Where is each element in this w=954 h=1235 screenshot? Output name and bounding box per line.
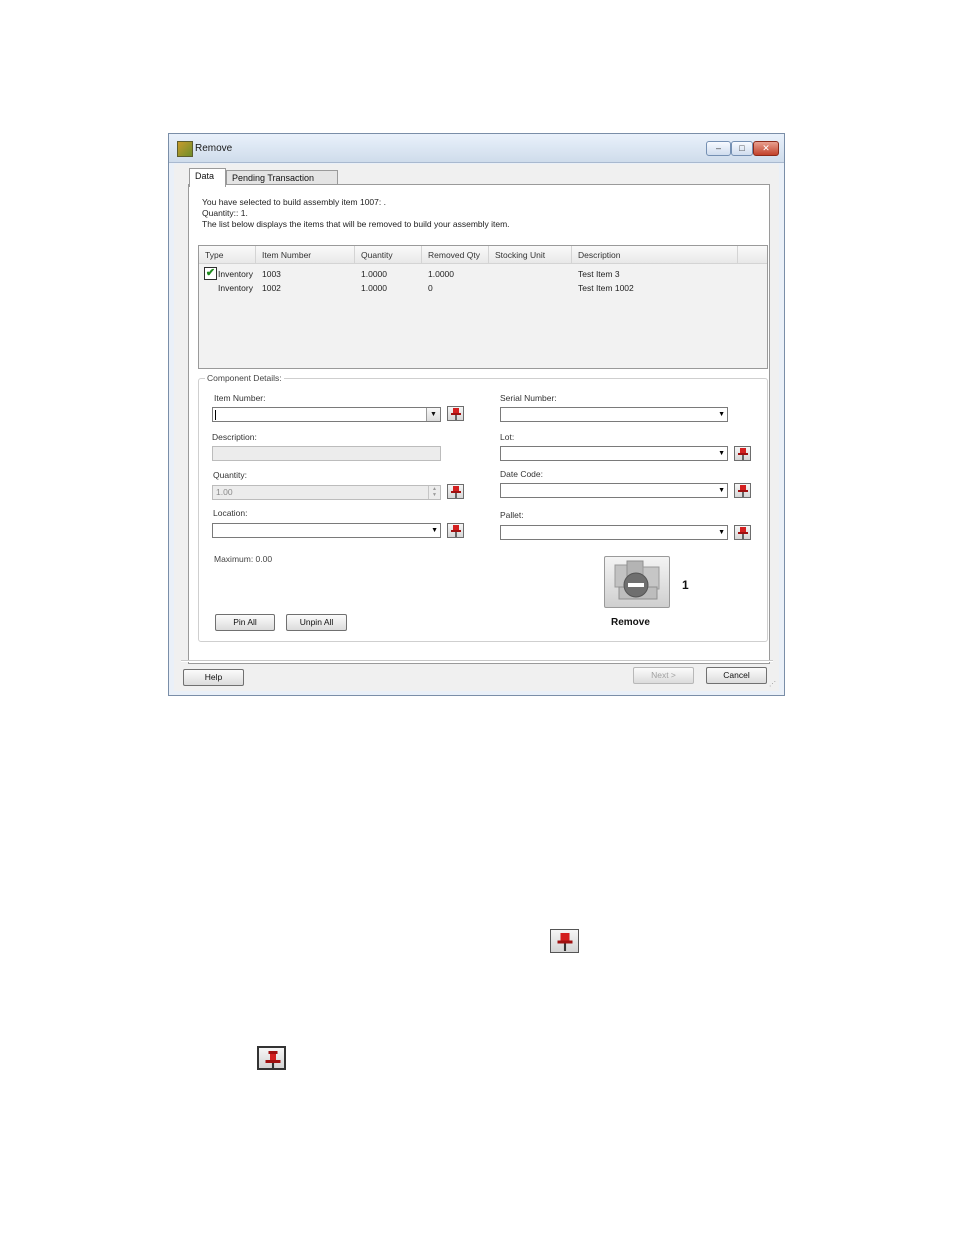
resize-grip-icon[interactable]: ⋰ (769, 680, 776, 688)
next-button[interactable]: Next > (633, 667, 694, 684)
remove-dialog: Remove – □ ✕ Data Pending Transaction Li… (168, 133, 785, 696)
pin-lot-button[interactable] (734, 446, 751, 461)
quantity-value: 1.00 (216, 487, 233, 497)
pallet-label: Pallet: (500, 510, 524, 520)
remove-action-button[interactable] (604, 556, 670, 608)
maximum-label: Maximum: 0.00 (214, 554, 273, 564)
row-item-number: 1003 (262, 269, 281, 279)
column-header-type[interactable]: Type (199, 246, 256, 263)
column-header-removed-qty[interactable]: Removed Qty (422, 246, 489, 263)
pin-icon (257, 1046, 286, 1070)
pin-icon (738, 527, 748, 539)
info-line-2: Quantity:: 1. (202, 208, 248, 218)
lot-label: Lot: (500, 432, 515, 442)
cancel-button[interactable]: Cancel (706, 667, 767, 684)
lot-combo[interactable]: ▼ (500, 446, 728, 461)
pin-location-button[interactable] (447, 523, 464, 538)
checkmark-icon[interactable]: ✔ (204, 267, 217, 280)
row-description: Test Item 3 (578, 269, 620, 279)
description-field (212, 446, 441, 461)
list-header: Type Item Number Quantity Removed Qty St… (199, 246, 767, 264)
pin-icon (550, 929, 579, 953)
row-description: Test Item 1002 (578, 283, 634, 293)
assembly-icon (177, 141, 193, 157)
info-line-1: You have selected to build assembly item… (202, 197, 386, 207)
location-combo[interactable]: ▼ (212, 523, 441, 538)
quantity-label: Quantity: (213, 470, 248, 480)
pin-all-button[interactable]: Pin All (215, 614, 275, 631)
serial-number-label: Serial Number: (500, 393, 557, 403)
pin-item-number-button[interactable] (447, 406, 464, 421)
pallet-combo[interactable]: ▼ (500, 525, 728, 540)
row-type: Inventory (218, 283, 253, 293)
chevron-down-icon[interactable]: ▼ (426, 408, 440, 421)
remove-count: 1 (682, 578, 689, 592)
chevron-down-icon[interactable]: ▼ (718, 487, 725, 494)
column-header-item-number[interactable]: Item Number (256, 246, 355, 263)
component-list[interactable]: Type Item Number Quantity Removed Qty St… (198, 245, 768, 369)
row-type: Inventory (218, 269, 253, 279)
chevron-down-icon[interactable]: ▼ (718, 529, 725, 536)
pin-icon (451, 486, 461, 498)
window-title: Remove (195, 143, 233, 154)
info-line-3: The list below displays the items that w… (202, 219, 510, 229)
text-caret (215, 410, 216, 420)
row-removed-qty: 0 (428, 283, 433, 293)
pin-quantity-button[interactable] (447, 484, 464, 499)
chevron-down-icon[interactable]: ▼ (718, 450, 725, 457)
minimize-button[interactable]: – (706, 141, 731, 156)
maximize-button[interactable]: □ (731, 141, 753, 156)
data-tab-panel: You have selected to build assembly item… (188, 184, 770, 664)
chevron-down-icon[interactable]: ▼ (718, 411, 725, 418)
row-item-number: 1002 (262, 283, 281, 293)
pin-icon (738, 448, 748, 460)
tab-data[interactable]: Data (189, 168, 226, 187)
item-number-combo[interactable]: ▼ (212, 407, 441, 422)
serial-number-combo[interactable]: ▼ (500, 407, 728, 422)
spin-arrows-icon[interactable]: ▲ ▼ (428, 486, 440, 499)
item-number-label: Item Number: (214, 393, 266, 403)
column-header-description[interactable]: Description (572, 246, 738, 263)
pin-icon (451, 408, 461, 420)
title-bar[interactable]: Remove – □ ✕ (169, 134, 784, 163)
component-details-group: Component Details: Item Number: ▼ Descri… (198, 373, 768, 642)
date-code-label: Date Code: (500, 469, 543, 479)
close-button[interactable]: ✕ (753, 141, 779, 156)
pin-date-code-button[interactable] (734, 483, 751, 498)
dialog-client: Data Pending Transaction List: 1 You hav… (174, 164, 779, 691)
component-details-label: Component Details: (205, 373, 284, 383)
tab-pending-transaction-list[interactable]: Pending Transaction List: 1 (226, 170, 338, 198)
chevron-down-icon[interactable]: ▼ (431, 527, 438, 534)
column-header-quantity[interactable]: Quantity (355, 246, 422, 263)
row-removed-qty: 1.0000 (428, 269, 454, 279)
help-button[interactable]: Help (183, 669, 244, 686)
location-label: Location: (213, 508, 248, 518)
row-quantity: 1.0000 (361, 269, 387, 279)
date-code-combo[interactable]: ▼ (500, 483, 728, 498)
quantity-stepper[interactable]: 1.00 ▲ ▼ (212, 485, 441, 500)
pin-icon (738, 485, 748, 497)
remove-label: Remove (611, 617, 650, 628)
pin-pallet-button[interactable] (734, 525, 751, 540)
column-header-stocking-unit[interactable]: Stocking Unit (489, 246, 572, 263)
footer-separator (181, 660, 773, 662)
remove-inventory-icon (614, 560, 660, 600)
description-label: Description: (212, 432, 257, 442)
unpin-all-button[interactable]: Unpin All (286, 614, 347, 631)
pin-icon (451, 525, 461, 537)
row-quantity: 1.0000 (361, 283, 387, 293)
